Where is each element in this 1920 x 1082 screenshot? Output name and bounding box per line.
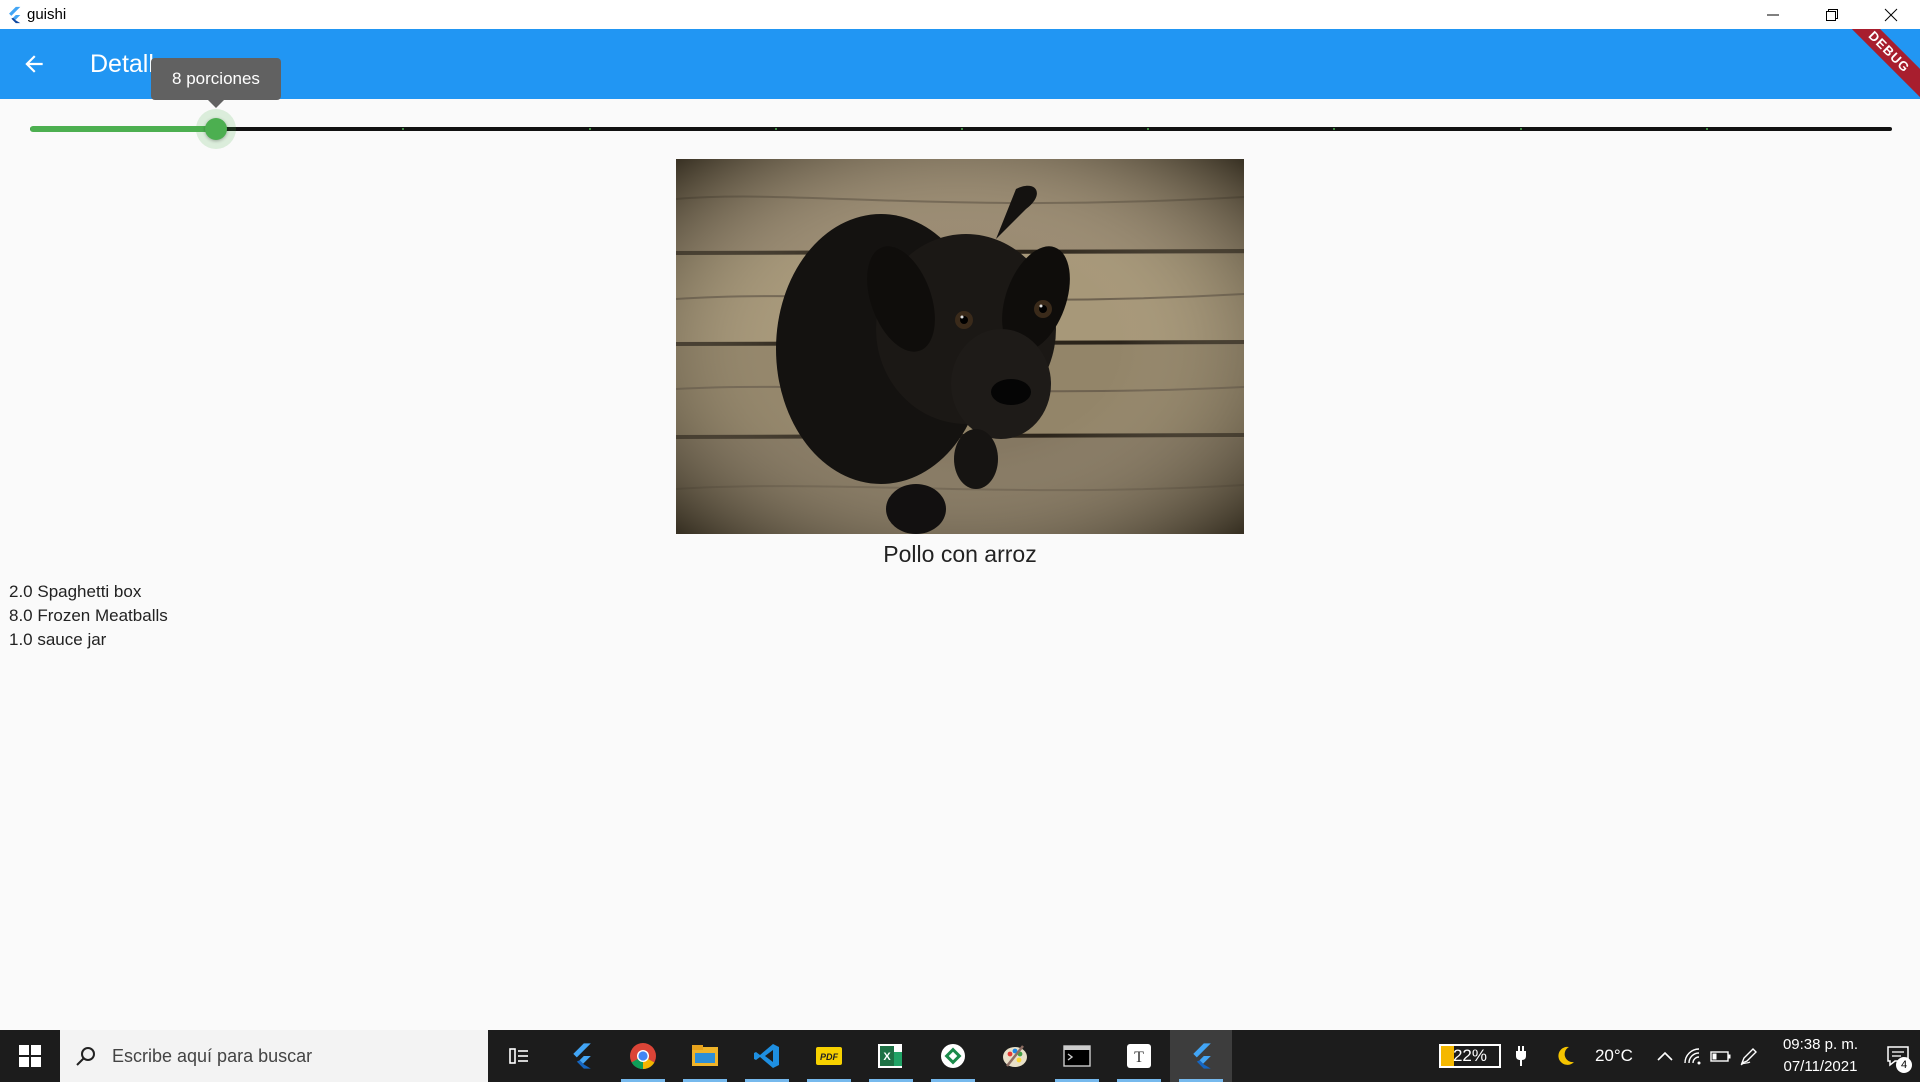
window-controls — [1743, 0, 1920, 29]
ingredient-item: 1.0 sauce jar — [9, 630, 107, 649]
taskbar-vscode[interactable] — [736, 1030, 798, 1082]
paint-icon — [1003, 1045, 1027, 1067]
slider-tick — [1705, 128, 1708, 130]
page-title: Detall — [90, 50, 154, 78]
weather-temperature[interactable]: 20°C — [1595, 1046, 1633, 1066]
window-titlebar: guishi — [0, 0, 1920, 29]
slider-tick — [774, 128, 777, 130]
ingredient-item: 2.0 Spaghetti box — [9, 582, 142, 601]
app-icon — [941, 1044, 965, 1068]
taskbar-file-explorer[interactable] — [674, 1030, 736, 1082]
clock-time: 09:38 p. m. — [1782, 1036, 1858, 1053]
notifications-badge: 4 — [1896, 1057, 1912, 1073]
recipe-image — [676, 159, 1244, 534]
search-placeholder: Escribe aquí para buscar — [112, 1045, 313, 1066]
close-button[interactable] — [1861, 0, 1920, 29]
typora-icon: T — [1127, 1044, 1151, 1068]
minimize-icon — [1766, 14, 1779, 15]
slider-tick — [588, 128, 591, 130]
battery-indicator[interactable]: 22% — [1438, 1044, 1501, 1068]
pdf-icon: PDF — [816, 1047, 842, 1065]
recipe-name: Pollo con arroz — [883, 541, 1037, 567]
wifi-icon[interactable] — [1679, 1030, 1707, 1082]
system-tray: 22% 20°C 09:38 p. m. 07/11/2021 4 — [1438, 1030, 1920, 1082]
svg-text:PDF: PDF — [820, 1052, 839, 1062]
windows-logo-icon — [19, 1045, 41, 1067]
taskbar-terminal[interactable] — [1046, 1030, 1108, 1082]
slider-tick — [1519, 128, 1522, 130]
flutter-icon — [573, 1043, 591, 1069]
ingredients-list: 2.0 Spaghetti box 8.0 Frozen Meatballs 1… — [9, 580, 168, 652]
taskbar-search[interactable]: Escribe aquí para buscar — [60, 1030, 488, 1082]
taskbar-typora[interactable]: T — [1108, 1030, 1170, 1082]
taskbar-app[interactable] — [922, 1030, 984, 1082]
taskbar-pdf[interactable]: PDF — [798, 1030, 860, 1082]
file-explorer-icon — [692, 1045, 718, 1066]
clock-date: 07/11/2021 — [1783, 1058, 1858, 1075]
battery-percent: 22% — [1452, 1046, 1487, 1065]
svg-text:X: X — [883, 1051, 891, 1063]
taskbar-clock[interactable]: 09:38 p. m. 07/11/2021 — [1783, 1034, 1858, 1078]
vscode-icon — [754, 1044, 779, 1068]
slider-value-tooltip: 8 porciones — [151, 58, 281, 108]
charging-plug-icon — [1507, 1030, 1535, 1082]
portions-slider[interactable] — [30, 109, 1892, 149]
slider-tick — [961, 128, 963, 130]
battery-fill — [1440, 1046, 1454, 1066]
chrome-icon — [630, 1043, 656, 1070]
flutter-app-icon — [1193, 1043, 1211, 1069]
ingredient-item: 8.0 Frozen Meatballs — [9, 606, 168, 625]
slider-active-track — [30, 126, 217, 132]
taskbar-flutter-app[interactable] — [1170, 1030, 1232, 1082]
window-title: guishi — [27, 6, 67, 23]
start-button[interactable] — [0, 1030, 60, 1082]
restore-icon — [1825, 8, 1838, 21]
pen-icon[interactable] — [1735, 1030, 1763, 1082]
weather-moon-icon[interactable] — [1535, 1030, 1595, 1082]
svg-text:T: T — [1134, 1049, 1144, 1066]
arrow-back-icon — [25, 55, 43, 73]
flutter-logo-icon — [9, 6, 21, 23]
back-button[interactable] — [18, 48, 50, 80]
app-bar: Detall DEBUG — [0, 29, 1920, 99]
battery-tray-icon[interactable] — [1707, 1030, 1735, 1082]
puppy-photo — [676, 159, 1244, 534]
task-view-button[interactable] — [488, 1030, 550, 1082]
search-icon — [76, 1047, 95, 1066]
taskbar-paint[interactable] — [984, 1030, 1046, 1082]
excel-icon: X — [878, 1044, 902, 1068]
taskbar-flutter[interactable] — [550, 1030, 612, 1082]
restore-button[interactable] — [1802, 0, 1861, 29]
taskbar-chrome[interactable] — [612, 1030, 674, 1082]
close-icon — [1884, 8, 1897, 21]
notifications-button[interactable]: 4 — [1876, 1030, 1920, 1082]
task-view-icon — [509, 1048, 528, 1064]
chevron-up-icon[interactable] — [1651, 1030, 1679, 1082]
debug-banner: DEBUG — [1835, 29, 1920, 99]
windows-taskbar: Escribe aquí para buscar PDF X T 22% 20°… — [0, 1030, 1920, 1082]
minimize-button[interactable] — [1743, 0, 1802, 29]
taskbar-excel[interactable]: X — [860, 1030, 922, 1082]
terminal-icon — [1063, 1045, 1091, 1067]
